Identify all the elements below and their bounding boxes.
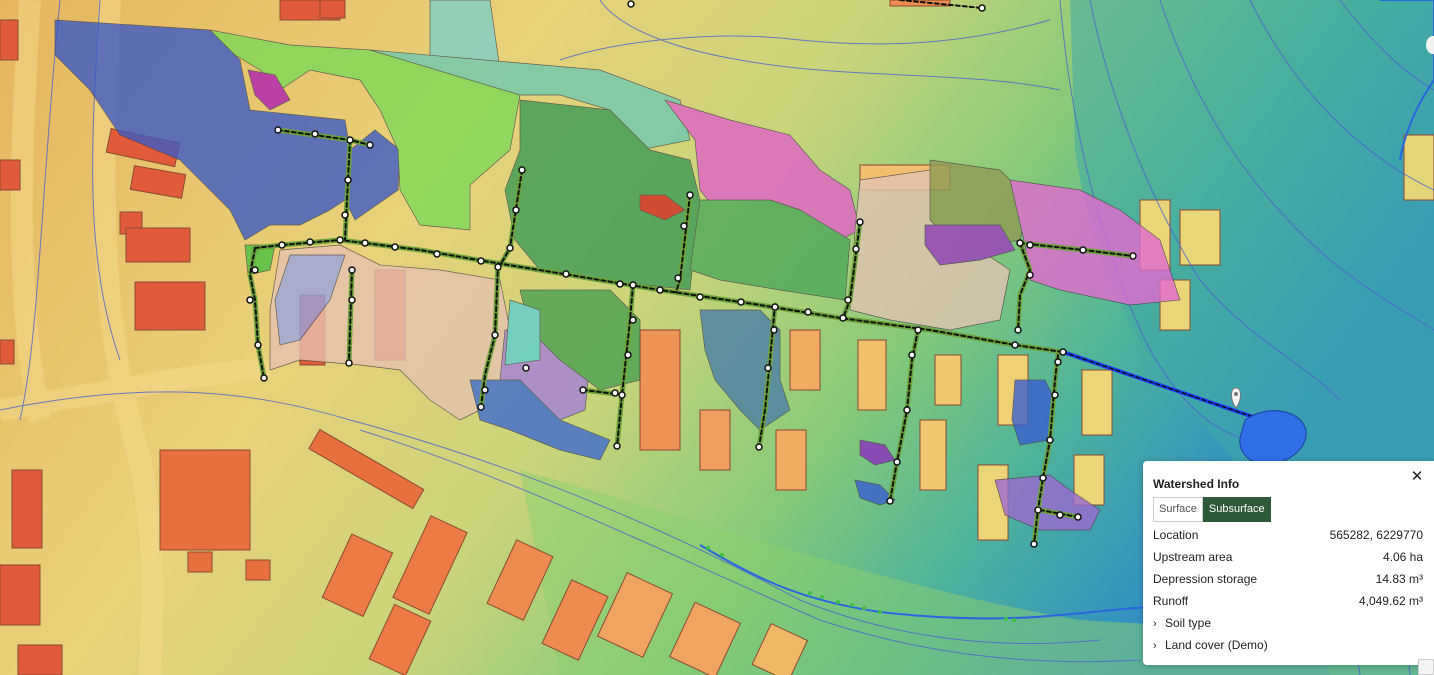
- map-corner-control[interactable]: [1418, 659, 1434, 675]
- location-label: Location: [1153, 528, 1199, 542]
- location-value: 565282, 6229770: [1329, 528, 1423, 542]
- watershed-info-panel: Watershed Info ✕ Surface Subsurface Loca…: [1143, 461, 1434, 665]
- panel-title: Watershed Info: [1153, 477, 1240, 491]
- info-rows: Location 565282, 6229770 Upstream area 4…: [1153, 524, 1423, 656]
- upstream-area-row: Upstream area 4.06 ha: [1153, 546, 1423, 568]
- depression-storage-label: Depression storage: [1153, 572, 1258, 586]
- chevron-right-icon: ›: [1153, 618, 1157, 630]
- land-cover-section[interactable]: › Land cover (Demo): [1153, 634, 1423, 656]
- map-edge-control[interactable]: [1426, 36, 1434, 54]
- subcatchment-teal-south: [504, 299, 541, 366]
- runoff-value: 4,049.62 m³: [1358, 594, 1423, 608]
- tab-surface[interactable]: Surface: [1153, 497, 1203, 522]
- depression-storage-row: Depression storage 14.83 m³: [1153, 568, 1423, 590]
- chevron-right-icon: ›: [1153, 640, 1157, 652]
- soil-type-label: Soil type: [1165, 616, 1212, 630]
- soil-type-section[interactable]: › Soil type: [1153, 612, 1423, 634]
- runoff-label: Runoff: [1153, 594, 1189, 608]
- upstream-area-value: 4.06 ha: [1382, 550, 1423, 564]
- location-row: Location 565282, 6229770: [1153, 524, 1423, 546]
- mode-tabs: Surface Subsurface: [1153, 497, 1271, 522]
- land-cover-label: Land cover (Demo): [1165, 638, 1268, 652]
- close-icon[interactable]: ✕: [1408, 468, 1426, 486]
- depression-storage-value: 14.83 m³: [1375, 572, 1423, 586]
- tab-subsurface[interactable]: Subsurface: [1202, 497, 1271, 522]
- upstream-area-label: Upstream area: [1153, 550, 1233, 564]
- runoff-row: Runoff 4,049.62 m³: [1153, 590, 1423, 612]
